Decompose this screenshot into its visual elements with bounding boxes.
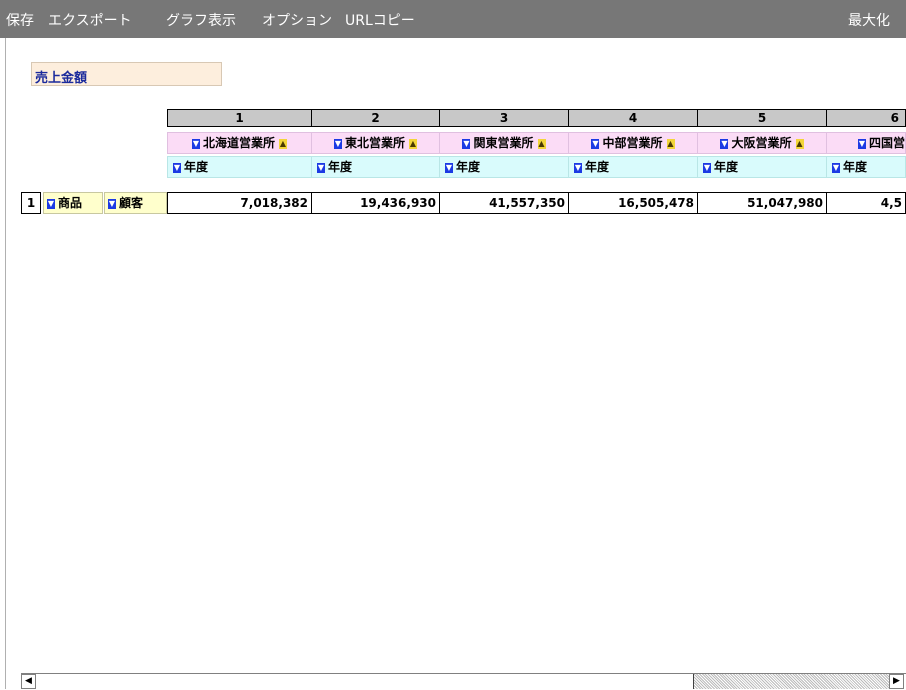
column-number: 4 bbox=[568, 109, 698, 127]
year-label: 年度 bbox=[328, 160, 353, 174]
column-number: 3 bbox=[439, 109, 569, 127]
sort-down-icon[interactable]: ▼ bbox=[720, 138, 729, 149]
sort-down-icon[interactable]: ▼ bbox=[317, 162, 325, 173]
office-header[interactable]: ▼ 大阪営業所 ▲ bbox=[697, 132, 827, 154]
menu-export[interactable]: エクスポート bbox=[48, 10, 132, 30]
sort-down-icon[interactable]: ▼ bbox=[108, 198, 116, 209]
sort-up-icon[interactable]: ▲ bbox=[795, 138, 804, 149]
sort-down-icon[interactable]: ▼ bbox=[462, 138, 471, 149]
horizontal-scrollbar[interactable]: ◀ ▶ bbox=[21, 673, 906, 690]
year-header[interactable]: ▼ 年度 bbox=[697, 156, 827, 178]
sort-down-icon[interactable]: ▼ bbox=[591, 138, 600, 149]
data-cell[interactable]: 16,505,478 bbox=[568, 192, 698, 214]
menu-bar: 保存 エクスポート グラフ表示 オプション URLコピー 最大化 bbox=[0, 0, 906, 38]
row-dim-customer[interactable]: ▼ 顧客 bbox=[104, 192, 167, 214]
sort-down-icon[interactable]: ▼ bbox=[173, 162, 181, 173]
sort-down-icon[interactable]: ▼ bbox=[832, 162, 840, 173]
measure-label: 売上金額 bbox=[35, 71, 88, 86]
sort-down-icon[interactable]: ▼ bbox=[574, 162, 582, 173]
sort-down-icon[interactable]: ▼ bbox=[333, 138, 342, 149]
scroll-right-icon[interactable]: ▶ bbox=[889, 674, 904, 689]
year-header[interactable]: ▼ 年度 bbox=[826, 156, 906, 178]
data-cell[interactable]: 7,018,382 bbox=[167, 192, 312, 214]
office-header[interactable]: ▼ 中部営業所 ▲ bbox=[568, 132, 698, 154]
sort-down-icon[interactable]: ▼ bbox=[47, 198, 55, 209]
year-label: 年度 bbox=[184, 160, 209, 174]
year-label: 年度 bbox=[843, 160, 868, 174]
column-number: 6 bbox=[826, 109, 906, 127]
sort-down-icon[interactable]: ▼ bbox=[445, 162, 453, 173]
office-label: 中部営業所 bbox=[602, 136, 663, 150]
column-number: 2 bbox=[311, 109, 440, 127]
row-dim-label: 商品 bbox=[58, 196, 83, 210]
scroll-thumb[interactable] bbox=[37, 674, 694, 689]
year-header[interactable]: ▼ 年度 bbox=[167, 156, 312, 178]
sort-up-icon[interactable]: ▲ bbox=[666, 138, 675, 149]
data-cell[interactable]: 19,436,930 bbox=[311, 192, 440, 214]
office-header[interactable]: ▼ 関東営業所 ▲ bbox=[439, 132, 569, 154]
sort-down-icon[interactable]: ▼ bbox=[703, 162, 711, 173]
row-dim-label: 顧客 bbox=[119, 196, 144, 210]
year-label: 年度 bbox=[714, 160, 739, 174]
data-cell[interactable]: 4,5 bbox=[826, 192, 906, 214]
sort-up-icon[interactable]: ▲ bbox=[409, 138, 417, 149]
office-label: 北海道営業所 bbox=[202, 136, 275, 150]
sort-up-icon[interactable]: ▲ bbox=[537, 138, 546, 149]
year-header[interactable]: ▼ 年度 bbox=[439, 156, 569, 178]
sort-down-icon[interactable]: ▼ bbox=[191, 138, 200, 149]
sort-down-icon[interactable]: ▼ bbox=[857, 138, 866, 149]
scroll-track[interactable] bbox=[694, 674, 889, 689]
data-cell[interactable]: 51,047,980 bbox=[697, 192, 827, 214]
office-header[interactable]: ▼ 四国営 bbox=[826, 132, 906, 154]
year-label: 年度 bbox=[585, 160, 610, 174]
row-number: 1 bbox=[21, 192, 41, 214]
measure-box[interactable]: 売上金額 bbox=[31, 62, 222, 86]
row-dim-product[interactable]: ▼ 商品 bbox=[43, 192, 103, 214]
office-label: 東北営業所 bbox=[344, 136, 405, 150]
left-border bbox=[5, 38, 6, 689]
year-label: 年度 bbox=[456, 160, 481, 174]
column-number: 1 bbox=[167, 109, 312, 127]
menu-graph[interactable]: グラフ表示 bbox=[166, 10, 236, 30]
menu-url-copy[interactable]: URLコピー bbox=[345, 10, 415, 30]
menu-save[interactable]: 保存 bbox=[6, 10, 34, 30]
office-header[interactable]: ▼ 東北営業所 ▲ bbox=[311, 132, 440, 154]
data-cell[interactable]: 41,557,350 bbox=[439, 192, 569, 214]
sort-up-icon[interactable]: ▲ bbox=[279, 138, 287, 149]
office-header[interactable]: ▼ 北海道営業所 ▲ bbox=[167, 132, 312, 154]
office-label: 大阪営業所 bbox=[731, 136, 792, 150]
office-label: 関東営業所 bbox=[473, 136, 534, 150]
column-number: 5 bbox=[697, 109, 827, 127]
menu-maximize[interactable]: 最大化 bbox=[848, 10, 890, 30]
office-label: 四国営 bbox=[868, 136, 905, 150]
menu-options[interactable]: オプション bbox=[262, 10, 332, 30]
scroll-left-icon[interactable]: ◀ bbox=[21, 674, 36, 689]
year-header[interactable]: ▼ 年度 bbox=[311, 156, 440, 178]
year-header[interactable]: ▼ 年度 bbox=[568, 156, 698, 178]
